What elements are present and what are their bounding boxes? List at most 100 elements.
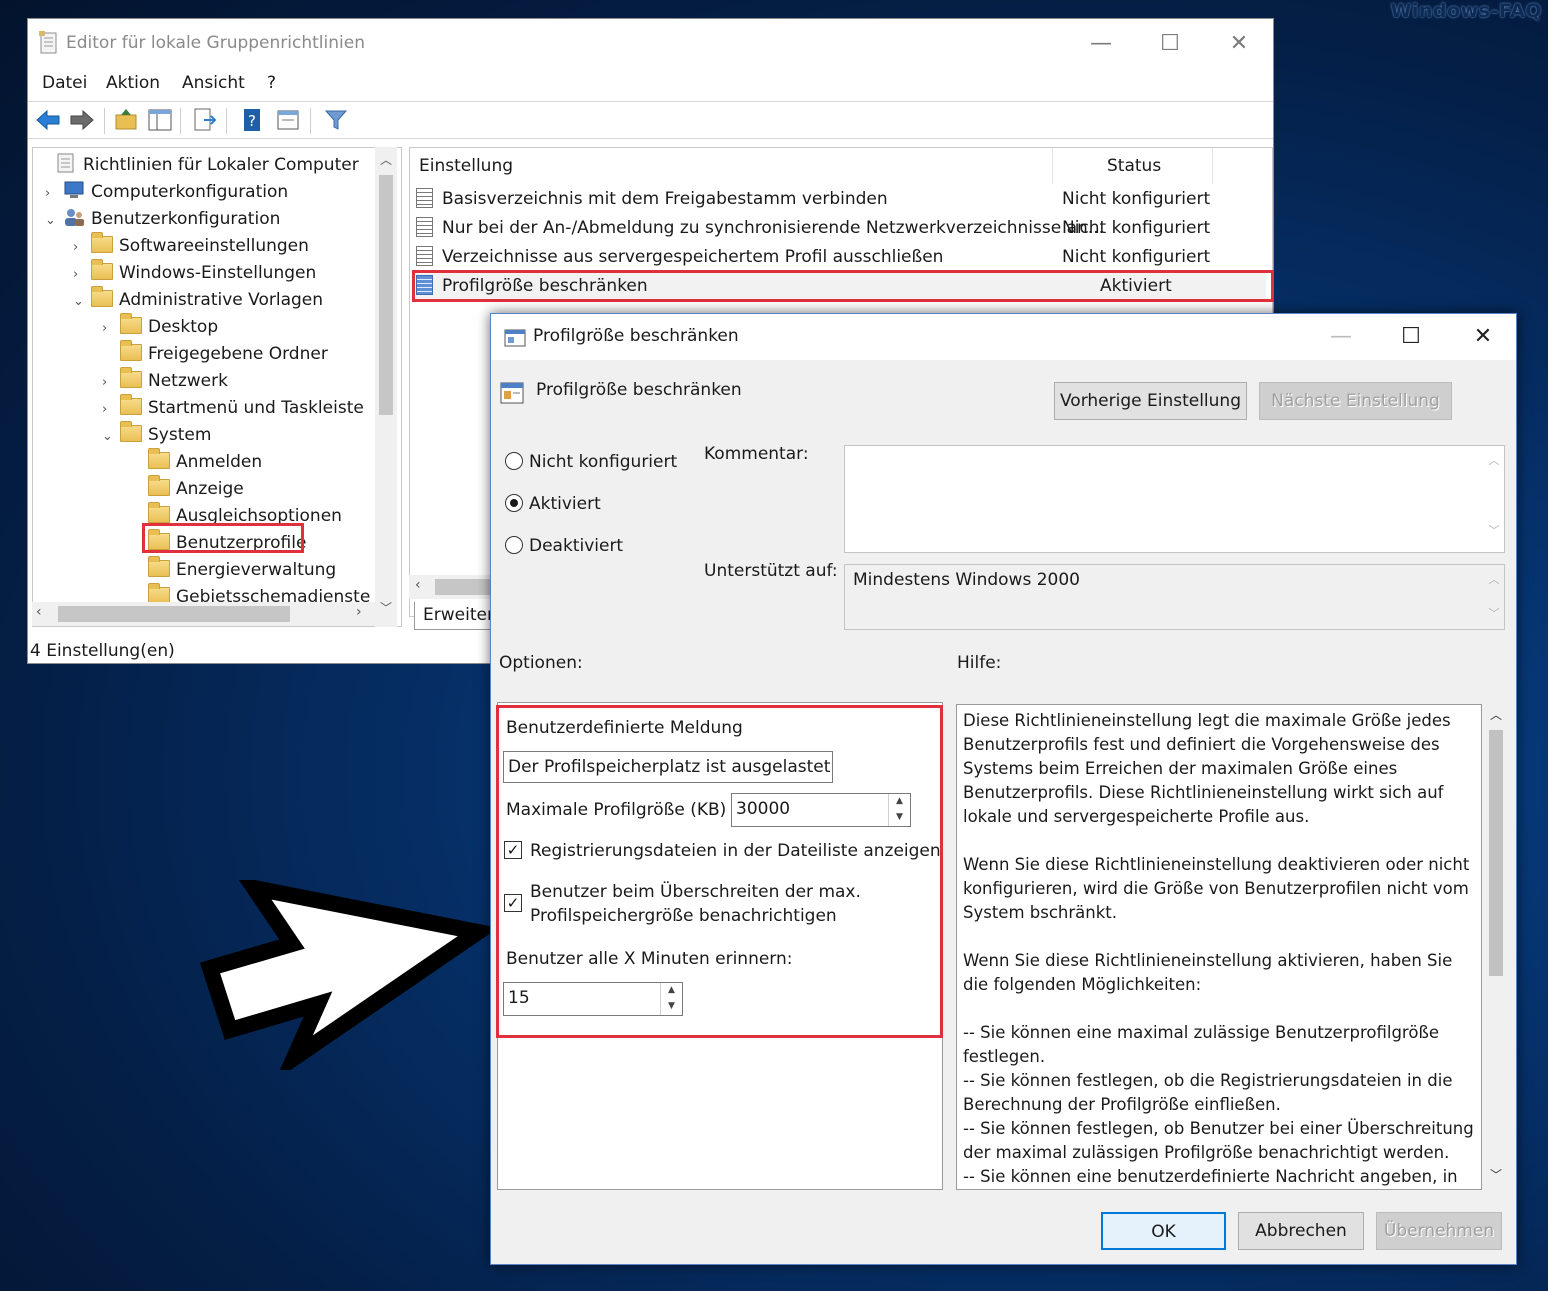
list-header: Einstellung Status (410, 148, 1272, 184)
column-header-setting[interactable]: Einstellung (419, 156, 513, 176)
comment-textarea[interactable]: ︿ ﹀ (844, 445, 1505, 553)
list-row[interactable]: Nur bei der An-/Abmeldung zu synchronisi… (416, 214, 1266, 243)
folder-icon (120, 340, 142, 361)
scroll-left-arrow-icon[interactable]: ‹ (415, 577, 421, 593)
tree-item-label: Anmelden (176, 452, 263, 472)
maximize-button[interactable]: ☐ (1140, 27, 1200, 61)
expanded-chevron-icon[interactable]: ⌄ (45, 207, 63, 234)
minimize-button[interactable]: — (1071, 27, 1131, 61)
properties-icon[interactable] (274, 106, 302, 134)
up-folder-icon[interactable] (112, 106, 140, 134)
highlight-box (496, 705, 943, 1038)
tree-item-label: Richtlinien für Lokaler Computer (83, 155, 359, 175)
radio-enabled[interactable]: Aktiviert (505, 494, 601, 514)
show-hide-tree-icon[interactable] (146, 106, 174, 134)
scroll-up-arrow-icon[interactable]: ︿ (1485, 706, 1507, 723)
scroll-thumb[interactable] (1489, 730, 1503, 976)
menu-help[interactable]: ? (267, 73, 276, 93)
collapsed-chevron-icon[interactable]: › (102, 369, 120, 396)
tree-vertical-scrollbar[interactable]: ︿ ﹀ (375, 147, 397, 627)
menu-aktion[interactable]: Aktion (106, 73, 160, 93)
scroll-up-arrow-icon[interactable]: ︿ (375, 151, 397, 168)
folder-icon (148, 448, 170, 469)
scroll-up-arrow-icon[interactable]: ︿ (1484, 571, 1504, 587)
setting-status: Nicht konfiguriert (1062, 218, 1211, 238)
radio-not-configured[interactable]: Nicht konfiguriert (505, 452, 677, 472)
radio-disabled[interactable]: Deaktiviert (505, 536, 623, 556)
radio-circle[interactable] (505, 536, 523, 554)
next-setting-button[interactable]: Nächste Einstellung (1259, 382, 1452, 420)
close-button[interactable]: ✕ (1453, 322, 1513, 352)
menu-bar: Datei Aktion Ansicht ? (28, 69, 1273, 101)
expanded-chevron-icon[interactable]: ⌄ (73, 288, 91, 315)
tree-item-administrative-vorlagen[interactable]: ⌄ Administrative Vorlagen (73, 286, 323, 315)
maximize-button[interactable]: ☐ (1381, 322, 1441, 352)
folder-icon (91, 259, 113, 280)
collapsed-chevron-icon[interactable]: › (73, 234, 91, 261)
policy-dialog: Profilgröße beschränken — ☐ ✕ Profilgröß… (490, 313, 1517, 1265)
previous-setting-button[interactable]: Vorherige Einstellung (1054, 382, 1247, 420)
expanded-chevron-icon[interactable]: ⌄ (102, 423, 120, 450)
tree-item-richtlinien-für-lokaler-computer[interactable]: Richtlinien für Lokaler Computer (37, 152, 359, 179)
tree-item-energieverwaltung[interactable]: Energieverwaltung (130, 556, 337, 584)
scroll-down-arrow-icon[interactable]: ﹀ (1484, 605, 1504, 621)
tree-item-benutzerkonfiguration[interactable]: ⌄ Benutzerkonfiguration (45, 206, 280, 233)
collapsed-chevron-icon[interactable]: › (45, 180, 63, 207)
tree-item-anzeige[interactable]: Anzeige (130, 475, 244, 503)
scroll-thumb[interactable] (58, 606, 290, 622)
column-divider[interactable] (1212, 148, 1213, 184)
ok-button[interactable]: OK (1101, 1212, 1226, 1250)
tree-item-system[interactable]: ⌄ System (102, 421, 211, 450)
scroll-left-arrow-icon[interactable]: ‹ (36, 604, 42, 620)
scroll-down-arrow-icon[interactable]: ﹀ (375, 599, 397, 616)
scroll-down-arrow-icon[interactable]: ﹀ (1484, 522, 1504, 538)
collapsed-chevron-icon[interactable]: › (102, 315, 120, 342)
supported-scrollbar[interactable]: ︿ ﹀ (1484, 565, 1504, 629)
toolbar: ? (28, 101, 1273, 139)
apply-button[interactable]: Übernehmen (1376, 1212, 1502, 1250)
column-header-status[interactable]: Status (1107, 156, 1161, 176)
dialog-title: Profilgröße beschränken (533, 326, 739, 346)
radio-circle-selected[interactable] (505, 494, 523, 512)
forward-arrow-icon[interactable] (68, 106, 96, 134)
comment-label: Kommentar: (704, 444, 809, 464)
filter-icon[interactable] (322, 106, 350, 134)
tree-item-label: Energieverwaltung (176, 560, 337, 580)
radio-label: Nicht konfiguriert (529, 452, 678, 472)
list-row[interactable]: Verzeichnisse aus servergespeichertem Pr… (416, 243, 1266, 272)
menu-ansicht[interactable]: Ansicht (182, 73, 245, 93)
minimize-button[interactable]: — (1311, 322, 1371, 352)
help-scrollbar[interactable]: ︿ ﹀ (1485, 704, 1507, 1190)
tree-item-startmenü-und-taskleiste[interactable]: › Startmenü und Taskleiste (102, 394, 364, 423)
tree-item-anmelden[interactable]: Anmelden (130, 448, 263, 476)
collapsed-chevron-icon[interactable]: › (73, 261, 91, 288)
tree-item-netzwerk[interactable]: › Netzwerk (102, 367, 228, 396)
tree-item-label: Netzwerk (148, 371, 228, 391)
setting-icon (416, 246, 433, 266)
tree-item-freigegebene-ordner[interactable]: Freigegebene Ordner (102, 340, 328, 368)
scroll-down-arrow-icon[interactable]: ﹀ (1485, 1166, 1507, 1183)
export-list-icon[interactable] (190, 106, 218, 134)
scroll-right-arrow-icon[interactable]: › (356, 604, 362, 620)
tree-item-windows-einstellungen[interactable]: › Windows-Einstellungen (73, 259, 316, 288)
scroll-up-arrow-icon[interactable]: ︿ (1484, 452, 1504, 468)
radio-circle[interactable] (505, 452, 523, 470)
tree-item-softwareeinstellungen[interactable]: › Softwareeinstellungen (73, 232, 309, 261)
tree-item-desktop[interactable]: › Desktop (102, 313, 218, 342)
menu-datei[interactable]: Datei (42, 73, 87, 93)
column-divider[interactable] (1052, 148, 1053, 184)
collapsed-chevron-icon[interactable]: › (102, 396, 120, 423)
back-arrow-icon[interactable] (34, 106, 62, 134)
list-row[interactable]: Basisverzeichnis mit dem Freigabestamm v… (416, 185, 1266, 214)
comment-scrollbar[interactable]: ︿ ﹀ (1484, 446, 1504, 552)
options-label: Optionen: (499, 653, 583, 673)
help-icon[interactable]: ? (238, 106, 266, 134)
scroll-thumb[interactable] (379, 175, 393, 415)
folder-icon (120, 313, 142, 334)
tree-item-label: Softwareeinstellungen (119, 236, 309, 256)
pointer-arrow-icon (200, 880, 490, 1070)
tree-horizontal-scrollbar[interactable]: ‹ › (32, 602, 378, 626)
close-button[interactable]: ✕ (1209, 27, 1269, 61)
tree-item-computerkonfiguration[interactable]: › Computerkonfiguration (45, 179, 288, 206)
cancel-button[interactable]: Abbrechen (1238, 1212, 1364, 1250)
